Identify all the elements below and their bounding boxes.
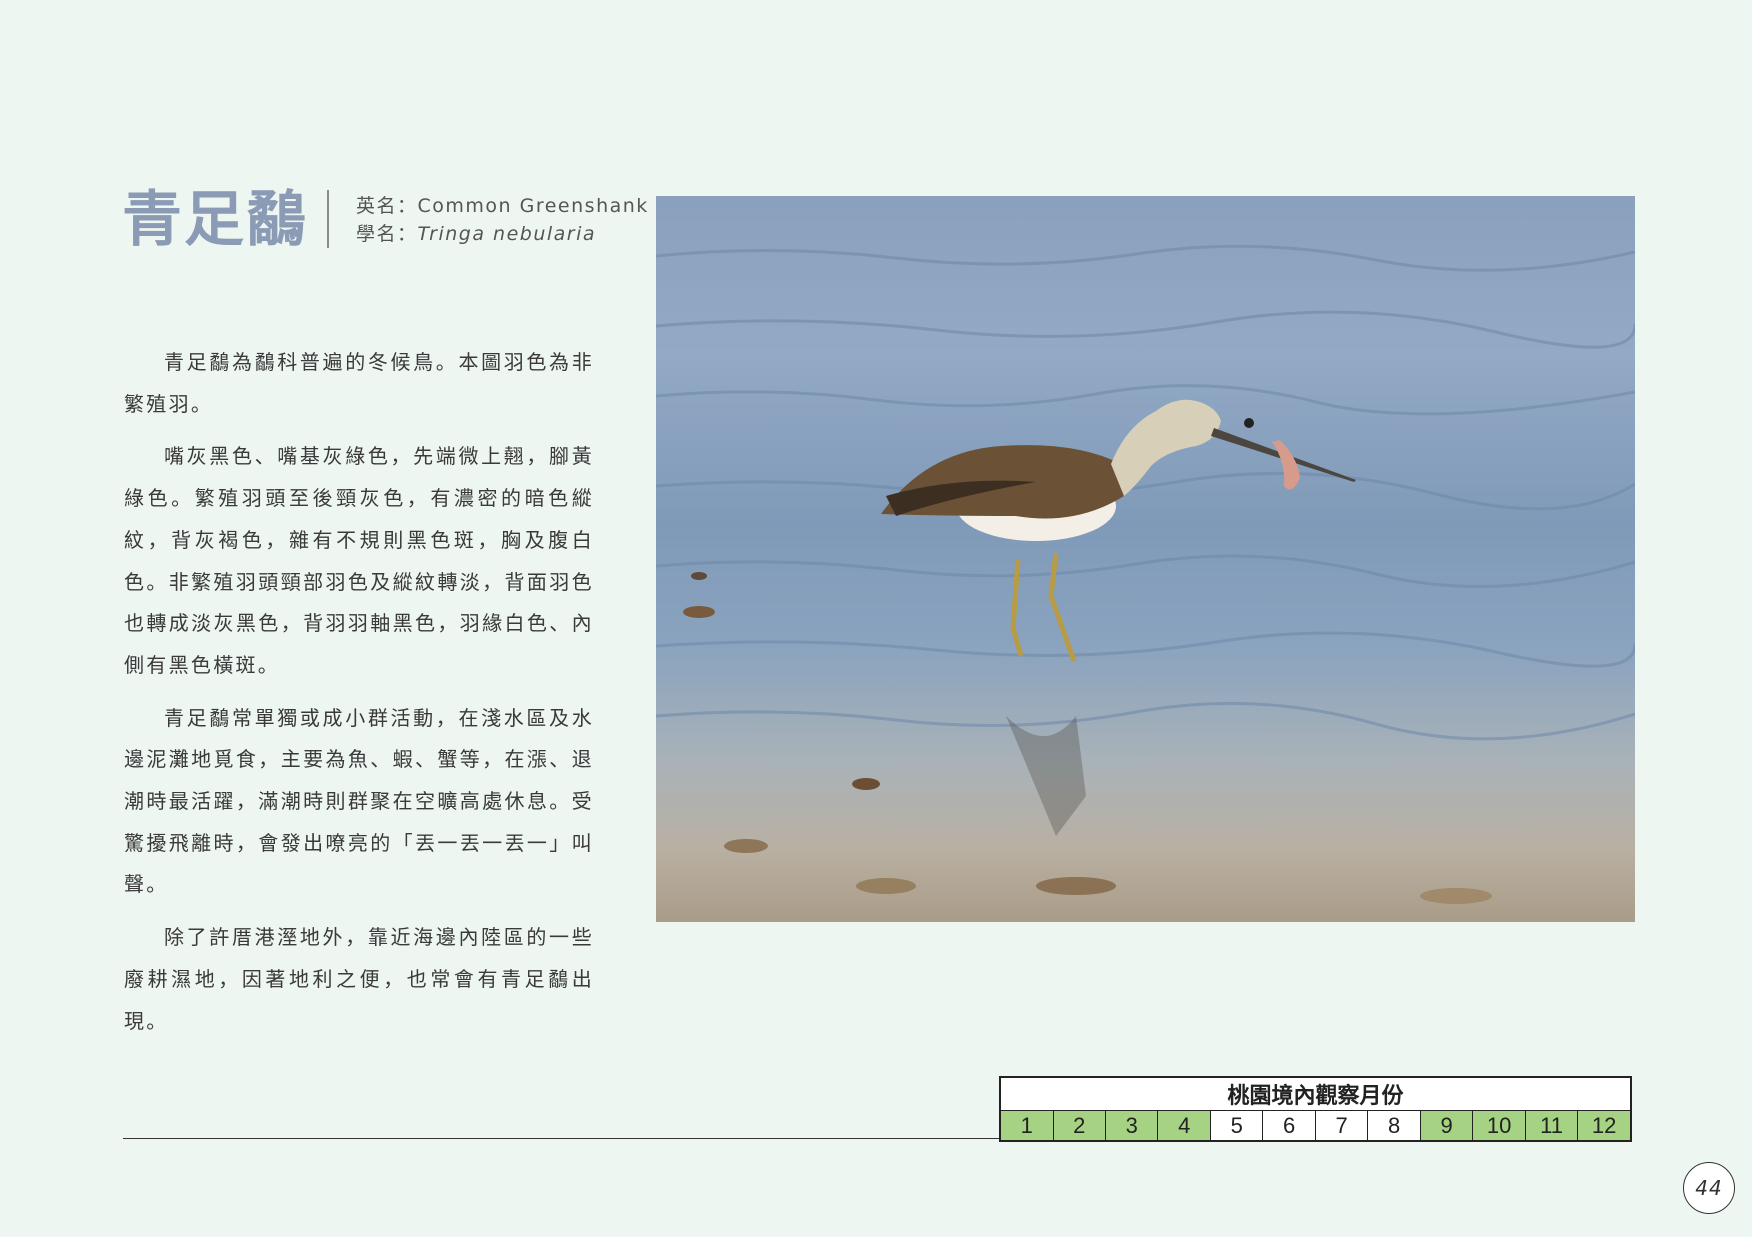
month-cell-4: 4	[1157, 1110, 1211, 1141]
month-cell-5: 5	[1209, 1110, 1263, 1141]
species-names: 英名：Common Greenshank 學名：Tringa nebularia	[356, 192, 649, 248]
water-ripples	[656, 244, 1635, 741]
english-name-row: 英名：Common Greenshank	[356, 192, 649, 220]
page-number: 44	[1683, 1162, 1735, 1214]
scientific-name-label: 學名：	[356, 223, 418, 245]
species-title: 青足鷸	[122, 185, 308, 255]
description-text: 青足鷸為鷸科普遍的冬候鳥。本圖羽色為非繁殖羽。 嘴灰黑色、嘴基灰綠色，先端微上翹…	[124, 342, 594, 1053]
month-row: 1 2 3 4 5 6 7 8 9 10 11 12	[1000, 1110, 1631, 1141]
shore-pebbles	[683, 572, 1492, 904]
description-paragraph: 嘴灰黑色、嘴基灰綠色，先端微上翹，腳黃綠色。繁殖羽頭至後頸灰色，有濃密的暗色縱紋…	[124, 444, 594, 677]
observation-months-table: 桃園境內觀察月份 1 2 3 4 5 6 7 8 9 10 11 12	[999, 1076, 1632, 1142]
greenshank-illustration	[656, 244, 1635, 904]
month-cell-9: 9	[1419, 1110, 1473, 1141]
month-cell-7: 7	[1314, 1110, 1368, 1141]
bird-reflection	[1006, 716, 1086, 836]
month-cell-11: 11	[1524, 1110, 1578, 1141]
description-paragraph: 除了許厝港溼地外，靠近海邊內陸區的一些廢耕濕地，因著地利之便，也常會有青足鷸出現…	[124, 925, 594, 1033]
month-cell-6: 6	[1262, 1110, 1316, 1141]
scientific-name: Tringa nebularia	[417, 223, 597, 245]
month-cell-12: 12	[1577, 1110, 1631, 1141]
description-paragraph: 青足鷸常單獨或成小群活動，在淺水區及水邊泥灘地覓食，主要為魚、蝦、蟹等，在漲、退…	[124, 705, 594, 897]
month-cell-1: 1	[1000, 1110, 1053, 1141]
scientific-name-row: 學名：Tringa nebularia	[356, 220, 649, 248]
footer-rule	[123, 1138, 999, 1139]
description-paragraph: 青足鷸為鷸科普遍的冬候鳥。本圖羽色為非繁殖羽。	[124, 350, 594, 416]
bird-photo	[656, 196, 1635, 922]
month-cell-2: 2	[1052, 1110, 1106, 1141]
month-cell-10: 10	[1472, 1110, 1526, 1141]
month-cell-8: 8	[1367, 1110, 1421, 1141]
month-cell-3: 3	[1104, 1110, 1158, 1141]
greenshank-bird	[881, 399, 1356, 662]
observation-table-title: 桃園境內觀察月份	[1000, 1077, 1631, 1111]
title-divider	[327, 190, 329, 248]
english-name-label: 英名：	[356, 195, 418, 217]
english-name: Common Greenshank	[417, 195, 649, 217]
